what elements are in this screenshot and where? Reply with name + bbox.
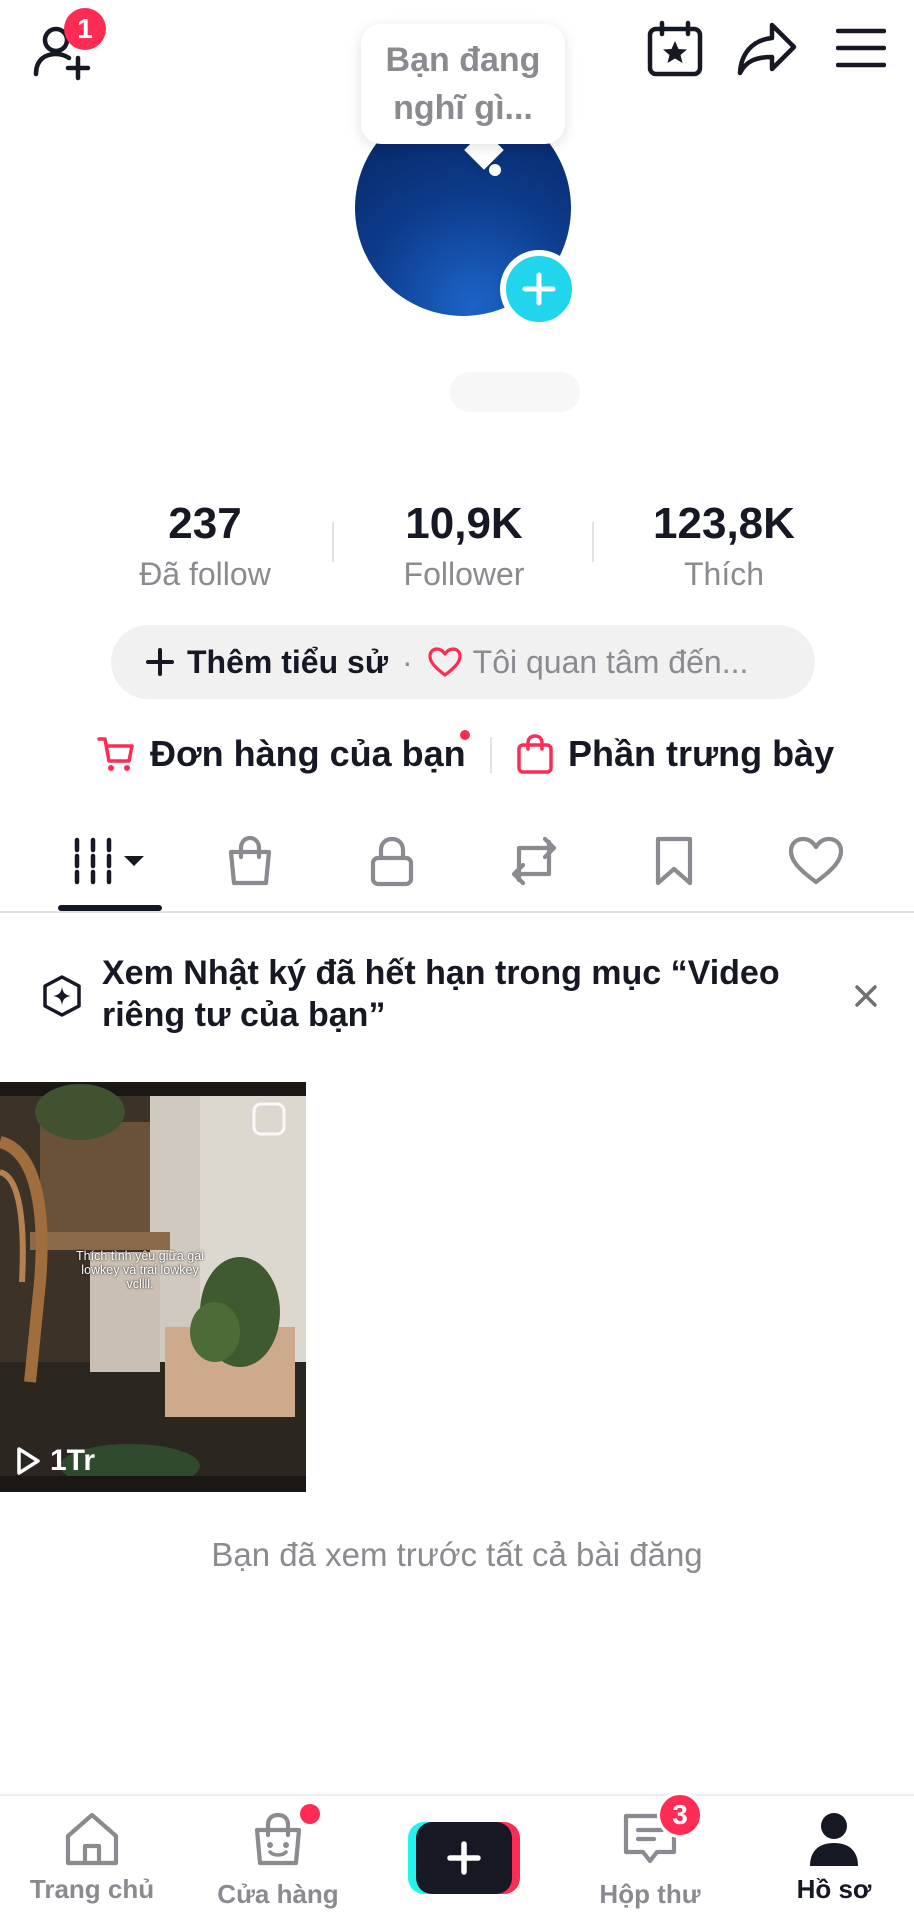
nav-home[interactable]: Trang chủ bbox=[2, 1810, 182, 1905]
lock-icon bbox=[370, 836, 414, 887]
nav-profile[interactable]: Hồ sơ bbox=[744, 1810, 914, 1905]
stat-likes[interactable]: 123,8K Thích bbox=[594, 498, 854, 596]
friend-request-badge: 1 bbox=[64, 8, 106, 50]
bio-separator: · bbox=[401, 643, 413, 680]
expired-diary-notice[interactable]: Xem Nhật ký đã hết hạn trong mục “Video … bbox=[102, 952, 822, 1036]
play-icon bbox=[17, 1447, 40, 1475]
showcase-label: Phần trưng bày bbox=[568, 733, 835, 774]
plus-icon bbox=[146, 648, 174, 676]
end-of-posts-message: Bạn đã xem trước tất cả bài đăng bbox=[211, 1536, 703, 1573]
tab-reposts[interactable] bbox=[484, 826, 584, 896]
following-count: 237 bbox=[168, 499, 242, 548]
orders-label: Đơn hàng của bạn bbox=[150, 733, 466, 774]
close-notice-button[interactable] bbox=[848, 978, 884, 1014]
stat-followers[interactable]: 10,9K Follower bbox=[334, 498, 594, 596]
shopping-bag-icon bbox=[517, 734, 553, 774]
shop-divider bbox=[490, 737, 492, 773]
create-button[interactable] bbox=[408, 1822, 520, 1894]
video-caption: Thích tình yêu giữa gái lowkey và trai l… bbox=[76, 1249, 204, 1291]
status-tooltip[interactable]: Bạn đang nghĩ gì... bbox=[361, 24, 565, 144]
profile-icon bbox=[810, 1813, 858, 1866]
calendar-button[interactable] bbox=[646, 20, 704, 78]
calendar-star-icon bbox=[647, 20, 703, 77]
shop-notification-dot bbox=[300, 1804, 320, 1824]
share-icon bbox=[737, 22, 797, 76]
add-story-button[interactable] bbox=[500, 250, 578, 328]
stat-following[interactable]: 237 Đã follow bbox=[75, 498, 335, 596]
tooltip-text: Bạn đang nghĩ gì... bbox=[385, 41, 541, 127]
diary-icon bbox=[40, 974, 84, 1018]
menu-icon bbox=[836, 28, 886, 68]
tooltip-pointer-dot bbox=[489, 164, 501, 176]
inbox-badge: 3 bbox=[657, 1792, 703, 1838]
username-placeholder bbox=[450, 372, 580, 412]
nav-inbox[interactable]: 3 Hộp thư bbox=[560, 1792, 740, 1910]
likes-label: Thích bbox=[683, 556, 765, 592]
nav-shop-label: Cửa hàng bbox=[217, 1879, 339, 1909]
nav-inbox-label: Hộp thư bbox=[599, 1879, 701, 1909]
home-icon bbox=[65, 1812, 119, 1866]
add-bio-button[interactable]: Thêm tiểu sử bbox=[187, 644, 388, 681]
shop-bag-icon bbox=[228, 835, 272, 886]
menu-button[interactable] bbox=[836, 26, 886, 70]
view-count: 1Tr bbox=[50, 1444, 96, 1477]
showcase-button[interactable]: Phần trưng bày bbox=[516, 728, 834, 780]
orders-notification-dot bbox=[460, 730, 470, 740]
close-icon bbox=[855, 985, 877, 1007]
bookmark-icon bbox=[655, 836, 693, 886]
tab-shop[interactable] bbox=[200, 826, 300, 896]
video-thumbnail[interactable]: Thích tình yêu giữa gái lowkey và trai l… bbox=[0, 1082, 306, 1492]
nav-profile-label: Hồ sơ bbox=[796, 1874, 872, 1904]
repost-icon bbox=[511, 836, 557, 886]
followers-label: Follower bbox=[403, 556, 525, 592]
tab-videos[interactable] bbox=[60, 826, 160, 896]
orders-button[interactable]: Đơn hàng của bạn bbox=[96, 728, 466, 780]
tab-liked[interactable] bbox=[766, 826, 866, 896]
shop-icon bbox=[254, 1812, 302, 1866]
videos-grid-icon bbox=[74, 837, 144, 885]
plus-icon bbox=[522, 272, 556, 306]
likes-count: 123,8K bbox=[653, 499, 795, 548]
cart-icon bbox=[97, 737, 134, 771]
heart-icon bbox=[788, 836, 844, 885]
tab-saved[interactable] bbox=[624, 826, 724, 896]
video-views: 1Tr bbox=[14, 1444, 95, 1478]
followers-count: 10,9K bbox=[405, 499, 523, 548]
share-profile-button[interactable] bbox=[736, 20, 798, 78]
tab-divider bbox=[0, 911, 914, 913]
create-icon bbox=[408, 1822, 520, 1894]
heart-icon bbox=[428, 647, 462, 677]
nav-home-label: Trang chủ bbox=[29, 1874, 155, 1904]
nav-shop[interactable]: Cửa hàng bbox=[188, 1804, 368, 1910]
bio-pill: Thêm tiểu sử · Tôi quan tâm đến... bbox=[111, 625, 815, 699]
tab-private[interactable] bbox=[342, 826, 442, 896]
add-friend-button[interactable]: 1 bbox=[30, 8, 110, 86]
following-label: Đã follow bbox=[139, 556, 271, 592]
interests-button[interactable]: Tôi quan tâm đến... bbox=[473, 644, 749, 681]
